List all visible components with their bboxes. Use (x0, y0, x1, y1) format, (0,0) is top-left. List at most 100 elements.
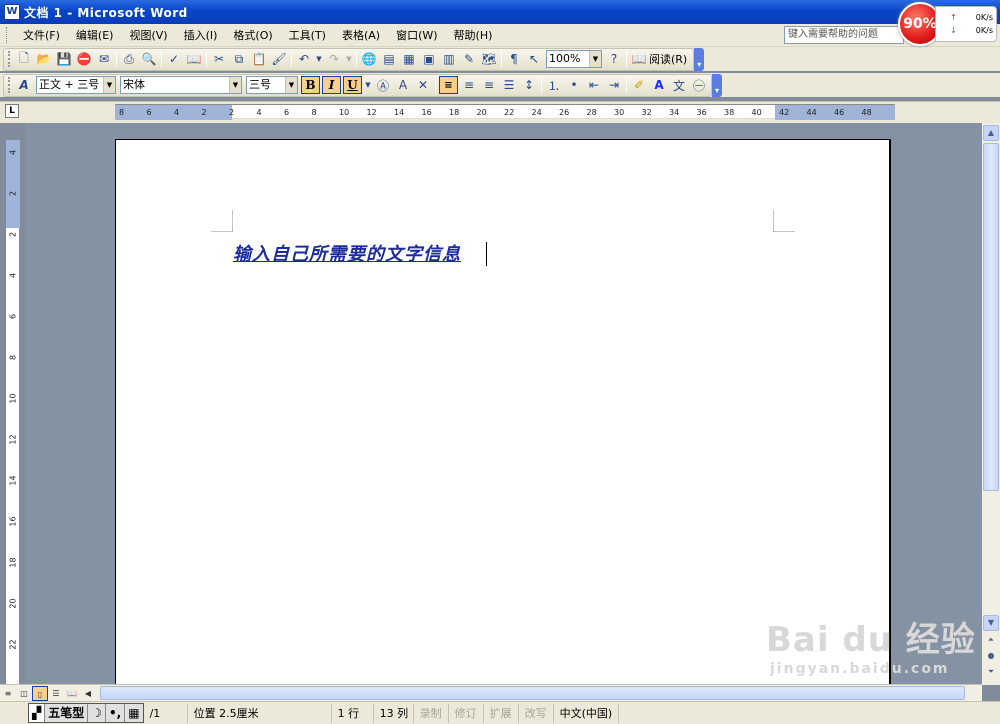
email-icon[interactable]: ✉ (94, 50, 114, 68)
hyperlink-icon[interactable]: 🌐 (359, 50, 379, 68)
chevron-down-icon[interactable]: ▼ (103, 77, 115, 93)
increase-indent-icon[interactable]: ⇥ (604, 76, 624, 94)
insert-table-icon[interactable]: ▦ (399, 50, 419, 68)
tab-selector[interactable]: L (5, 104, 19, 118)
word-app-icon[interactable]: W (4, 4, 20, 20)
font-size-combo[interactable]: 三号 ▼ (246, 76, 298, 94)
bold-button[interactable]: B (301, 76, 320, 94)
menu-grip[interactable] (6, 27, 9, 43)
menu-format[interactable]: 格式(O) (225, 24, 280, 47)
decrease-indent-icon[interactable]: ⇤ (584, 76, 604, 94)
vertical-ruler[interactable]: 4 2 2 4 6 8 10 12 14 16 18 20 22 (5, 140, 20, 690)
char-shading-icon[interactable]: A (393, 76, 413, 94)
redo-icon[interactable]: ↷ (324, 50, 344, 68)
toolbar-grip[interactable] (8, 51, 11, 67)
menu-table[interactable]: 表格(A) (334, 24, 388, 47)
italic-button[interactable]: I (322, 76, 341, 94)
align-center-icon[interactable]: ≡ (459, 76, 479, 94)
reading-view-icon[interactable]: 📖 (64, 686, 80, 701)
paste-icon[interactable]: 📋 (249, 50, 269, 68)
document-text[interactable]: 输入自己所需要的文字信息 (233, 240, 461, 266)
read-button[interactable]: 阅读(R) (649, 51, 691, 67)
status-record[interactable]: 录制 (414, 703, 449, 723)
menu-help[interactable]: 帮助(H) (446, 24, 501, 47)
format-painter-icon[interactable]: 🖌 (269, 50, 289, 68)
ime-toolbar[interactable]: ▞ 五笔型 ☽ •, ▦ (28, 703, 144, 723)
permission-icon[interactable]: ⛔ (74, 50, 94, 68)
read-icon[interactable]: 📖 (629, 50, 649, 68)
print-layout-icon[interactable]: ▯ (32, 685, 48, 701)
numbering-icon[interactable]: ⒈ (544, 76, 564, 94)
status-overtype[interactable]: 改写 (519, 703, 554, 723)
document-map-icon[interactable]: 🗺 (479, 50, 499, 68)
normal-view-icon[interactable]: ≡ (0, 686, 16, 701)
ime-logo-icon[interactable]: ▞ (29, 704, 46, 722)
research-icon[interactable]: 📖 (184, 50, 204, 68)
menu-insert[interactable]: 插入(I) (176, 24, 226, 47)
horizontal-scrollbar[interactable]: ≡ ◫ ▯ ☰ 📖 ◀ (0, 684, 982, 701)
vertical-scrollbar[interactable]: ▲ ▼ ⏶ ● ⏷ (982, 123, 1000, 685)
menu-edit[interactable]: 编辑(E) (68, 24, 122, 47)
web-view-icon[interactable]: ◫ (16, 686, 32, 701)
insert-excel-icon[interactable]: ▣ (419, 50, 439, 68)
save-icon[interactable]: 💾 (54, 50, 74, 68)
browse-object-icon[interactable]: ● (983, 649, 999, 665)
cut-icon[interactable]: ✂ (209, 50, 229, 68)
menu-tools[interactable]: 工具(T) (281, 24, 334, 47)
underline-button[interactable]: U (343, 76, 362, 94)
menu-window[interactable]: 窗口(W) (388, 24, 445, 47)
zoom-combo[interactable]: 100% ▼ (546, 50, 602, 68)
toolbar-options-icon[interactable]: ▾ (712, 73, 722, 97)
font-combo[interactable]: 宋体 ▼ (120, 76, 242, 94)
print-preview-icon[interactable]: 🔍 (139, 50, 159, 68)
menu-view[interactable]: 视图(V) (121, 24, 175, 47)
chevron-down-icon[interactable]: ▼ (589, 51, 601, 67)
spelling-icon[interactable]: ✓ (164, 50, 184, 68)
status-track-changes[interactable]: 修订 (449, 703, 484, 723)
new-document-icon[interactable]: 🗋 (14, 50, 34, 68)
styles-pane-icon[interactable]: A (14, 76, 34, 94)
char-scale-icon[interactable]: ✕ (413, 76, 433, 94)
show-hide-icon[interactable]: ¶ (504, 50, 524, 68)
ime-mode-label[interactable]: 五笔型 (45, 704, 89, 722)
print-icon[interactable]: ⎙ (119, 50, 139, 68)
phonetic-guide-icon[interactable]: 文 (669, 76, 689, 94)
outline-view-icon[interactable]: ☰ (48, 686, 64, 701)
menu-file[interactable]: 文件(F) (15, 24, 68, 47)
status-extend[interactable]: 扩展 (484, 703, 519, 723)
columns-icon[interactable]: ▥ (439, 50, 459, 68)
previous-page-icon[interactable]: ⏶ (983, 633, 999, 649)
horizontal-ruler[interactable]: 8 6 4 2 2 4 6 8 10 12 14 16 18 20 22 24 26 28 30 32 34 36 38 40… (115, 104, 895, 120)
redo-dropdown-icon[interactable]: ▼ (344, 50, 354, 68)
enclose-char-icon[interactable]: ㊀ (689, 76, 709, 94)
chevron-down-icon[interactable]: ▼ (229, 77, 241, 93)
align-justify-icon[interactable]: ≡ (439, 76, 458, 94)
scroll-left-icon[interactable]: ◀ (80, 686, 96, 701)
horizontal-scroll-thumb[interactable] (100, 686, 965, 700)
highlight-icon[interactable]: ✐ (629, 76, 649, 94)
ime-punctuation-icon[interactable]: •, (106, 704, 126, 722)
toolbar-grip[interactable] (8, 77, 11, 93)
bullets-icon[interactable]: • (564, 76, 584, 94)
drawing-icon[interactable]: ✎ (459, 50, 479, 68)
distributed-icon[interactable]: ☰ (499, 76, 519, 94)
ime-keyboard-icon[interactable]: ▦ (125, 704, 142, 722)
copy-icon[interactable]: ⧉ (229, 50, 249, 68)
help-question-box[interactable]: 键入需要帮助的问题 (784, 26, 904, 44)
align-right-icon[interactable]: ≡ (479, 76, 499, 94)
undo-icon[interactable]: ↶ (294, 50, 314, 68)
toolbar-options-icon[interactable]: ▾ (694, 47, 705, 71)
ime-fullwidth-icon[interactable]: ☽ (88, 704, 107, 722)
open-folder-icon[interactable]: 📂 (34, 50, 54, 68)
style-combo[interactable]: 正文 + 三号 ▼ (36, 76, 116, 94)
chevron-down-icon[interactable]: ▼ (285, 77, 297, 93)
char-border-icon[interactable]: Ⓐ (373, 76, 393, 94)
next-page-icon[interactable]: ⏷ (983, 665, 999, 681)
vertical-scroll-thumb[interactable] (983, 143, 999, 491)
line-spacing-icon[interactable]: ↕ (519, 76, 539, 94)
pointer-icon[interactable]: ↖ (524, 50, 544, 68)
tables-borders-icon[interactable]: ▤ (379, 50, 399, 68)
help-icon[interactable]: ? (604, 50, 624, 68)
underline-dropdown-icon[interactable]: ▼ (363, 76, 373, 94)
scroll-down-icon[interactable]: ▼ (983, 615, 999, 631)
